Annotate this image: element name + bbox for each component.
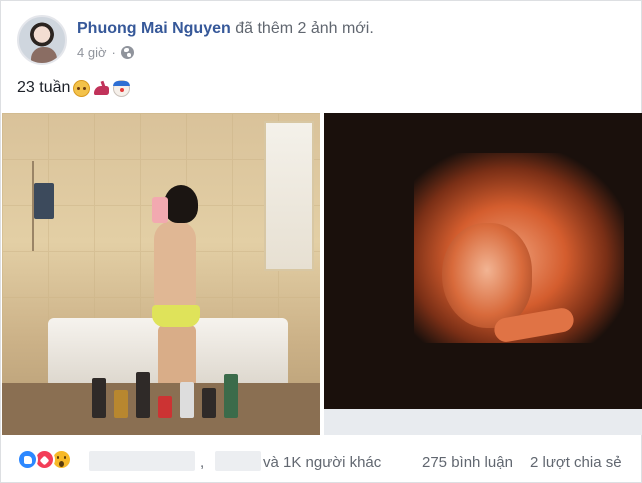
author-avatar[interactable] [17, 15, 67, 65]
photo-bathroom-selfie[interactable] [2, 113, 320, 435]
like-icon[interactable] [17, 449, 38, 470]
shares-count-link[interactable]: 2 lượt chia sẻ [530, 454, 622, 471]
reaction-icons[interactable] [17, 449, 72, 470]
clown-emoji-icon [113, 79, 131, 97]
post-footer: , và 1K người khác 275 bình luận 2 lượt … [1, 442, 641, 478]
bathroom-window [264, 121, 314, 271]
phone [152, 197, 168, 223]
high-heel-emoji-icon [93, 80, 110, 97]
author-name-link[interactable]: Phuong Mai Nguyen [77, 20, 231, 37]
reactor-name-blurred [89, 451, 195, 471]
reactor-name-blurred [215, 451, 261, 471]
cat-emoji-icon [73, 79, 91, 97]
globe-icon[interactable] [120, 46, 134, 59]
comments-count-link[interactable]: 275 bình luận [422, 454, 513, 471]
post-text: 23 tuần [17, 79, 71, 96]
facebook-post: Phuong Mai Nguyen đã thêm 2 ảnh mới. 4 g… [0, 0, 642, 483]
avatar-figure [31, 47, 57, 63]
photo-grid [2, 113, 642, 435]
ultrasound-face [442, 223, 532, 328]
others-reacted-link[interactable]: và 1K người khác [263, 454, 381, 471]
post-action-text: đã thêm 2 ảnh mới. [230, 20, 374, 37]
post-meta: 4 giờ · [77, 45, 134, 60]
post-timestamp[interactable]: 4 giờ [77, 45, 107, 60]
post-header: Phuong Mai Nguyen đã thêm 2 ảnh mới. [77, 20, 374, 38]
photo-ultrasound[interactable] [324, 113, 642, 435]
reactor-separator: , [200, 454, 205, 471]
post-body: 23 tuần [17, 79, 131, 97]
